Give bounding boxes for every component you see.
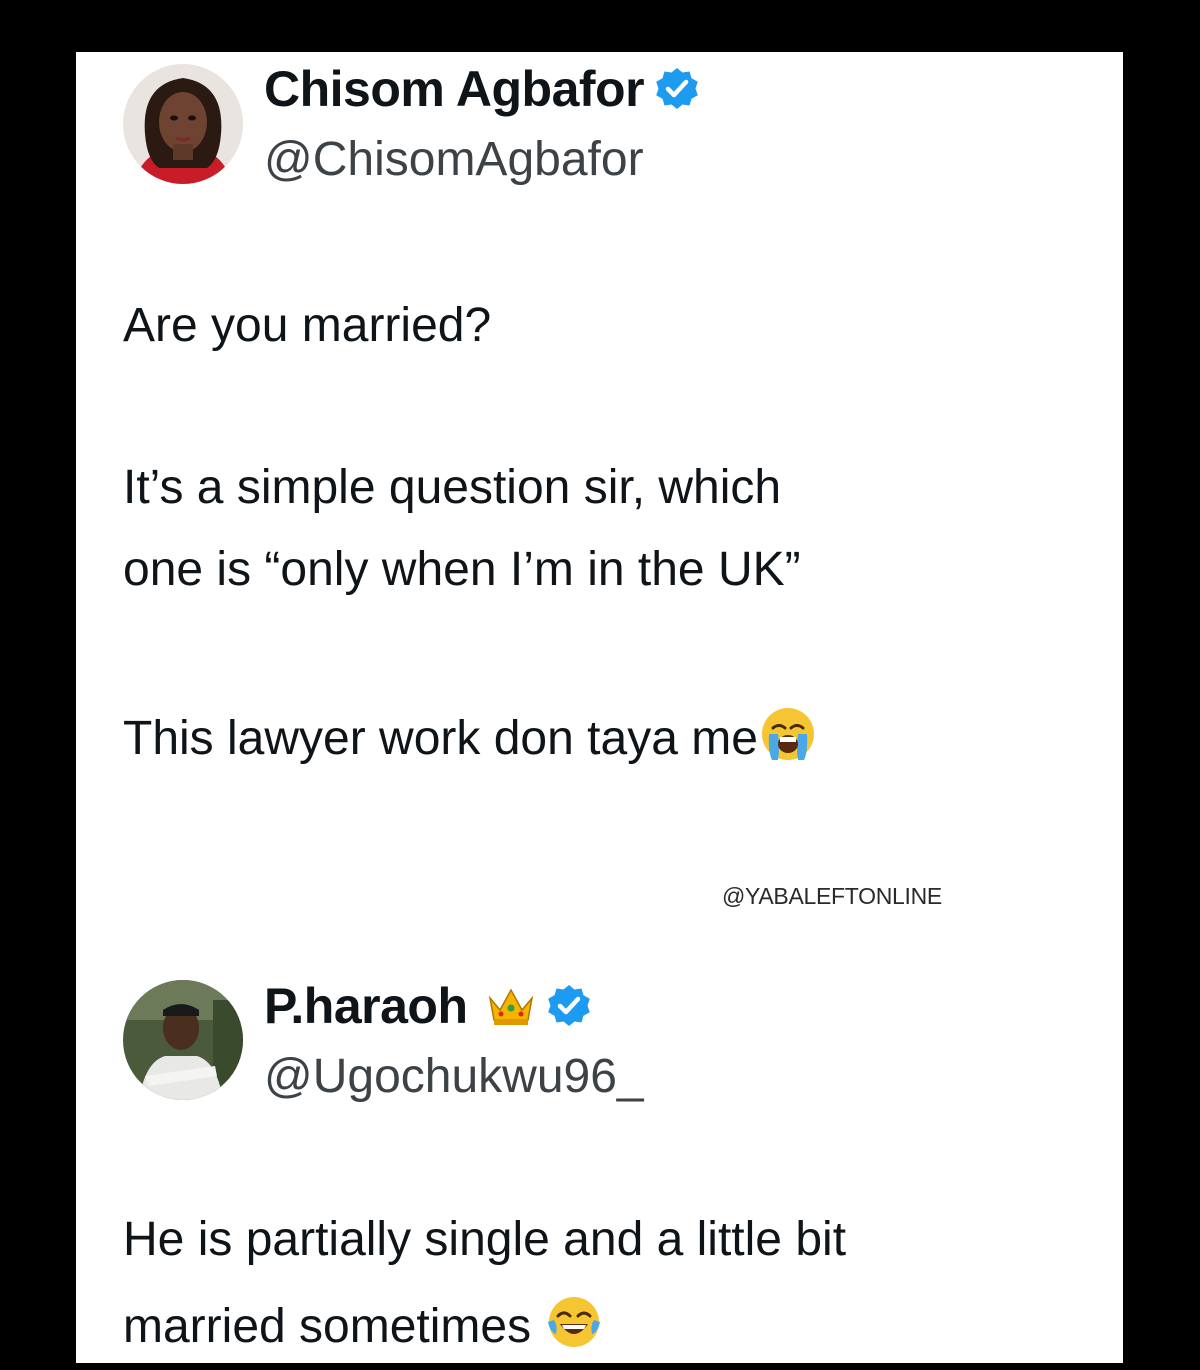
tweet1-line-4-text: This lawyer work don taya me [123, 712, 758, 765]
avatar-chisom-image [123, 64, 243, 184]
loudly-crying-face-emoji [761, 708, 814, 760]
avatar-pharaoh[interactable] [123, 980, 243, 1100]
tweet1-line-2: It’s a simple question sir, which [123, 461, 782, 514]
avatar-pharaoh-image [123, 980, 243, 1100]
avatar-chisom[interactable] [123, 64, 243, 184]
tweet2-line-2-text: married sometimes [123, 1300, 532, 1353]
tweet-screenshot-card: Chisom Agbafor @ChisomAgbafor Are you ma… [76, 52, 1123, 1363]
tweet1-author-handle[interactable]: @ChisomAgbafor [264, 132, 644, 188]
tweet1-line-1: Are you married? [123, 299, 492, 352]
verified-badge-icon [547, 985, 590, 1026]
tears-of-joy-emoji [548, 1297, 601, 1347]
tweet2-author-handle[interactable]: @Ugochukwu96_ [264, 1049, 644, 1105]
tweet1-author-name[interactable]: Chisom Agbafor [264, 60, 700, 118]
tweet1-line-4: This lawyer work don taya me [123, 706, 816, 767]
crown-emoji [488, 988, 533, 1025]
tweet2-line-1: He is partially single and a little bit [123, 1213, 847, 1266]
tweet1-author-name-text[interactable]: Chisom Agbafor [264, 60, 645, 118]
watermark: @YABALEFTONLINE [722, 883, 942, 909]
tweet2-author-name-text[interactable]: P.haraoh [264, 977, 468, 1035]
tweet2-line-2: married sometimes [123, 1294, 602, 1355]
tweet2-author-name[interactable]: P.haraoh [264, 977, 592, 1035]
tweet1-line-3: one is “only when I’m in the UK” [123, 543, 801, 596]
verified-badge-icon [656, 68, 698, 109]
